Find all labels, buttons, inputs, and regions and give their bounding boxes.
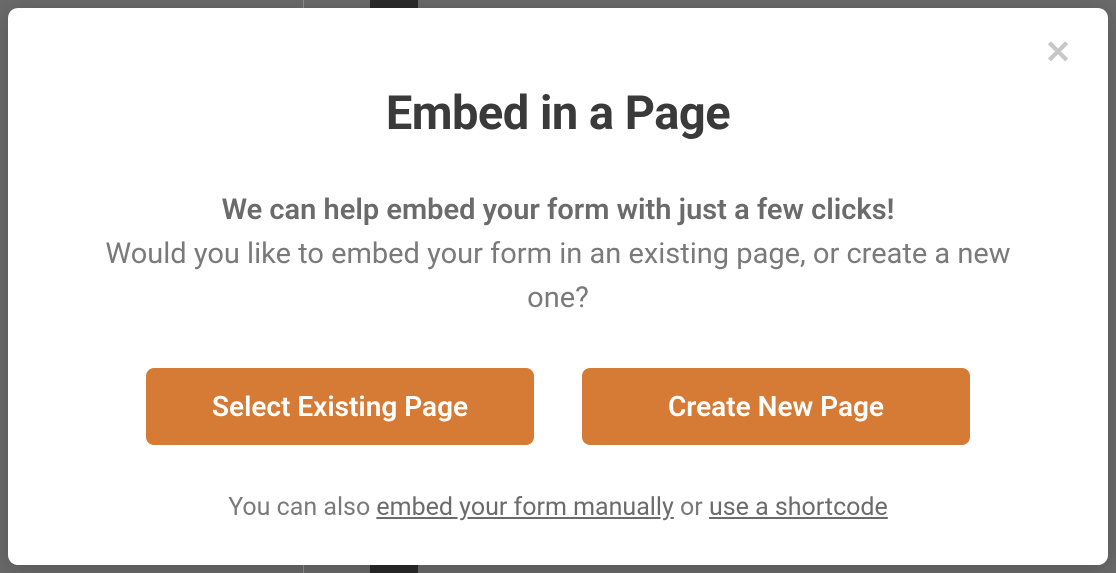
use-shortcode-link[interactable]: use a shortcode [709,493,888,522]
modal-question: Would you like to embed your form in an … [88,233,1028,320]
backdrop-accent-bottom [370,565,418,573]
footer-middle: or [674,493,709,522]
select-existing-page-button[interactable]: Select Existing Page [146,368,534,445]
modal-title: Embed in a Page [88,86,1028,141]
footer-prefix: You can also [228,493,376,522]
embed-manually-link[interactable]: embed your form manually [376,493,673,522]
close-icon: ✕ [1045,36,1072,68]
create-new-page-button[interactable]: Create New Page [582,368,970,445]
backdrop-accent [370,0,418,8]
modal-subtitle: We can help embed your form with just a … [88,189,1028,231]
embed-modal: ✕ Embed in a Page We can help embed your… [8,8,1108,565]
footer-text: You can also embed your form manually or… [88,493,1028,522]
close-button[interactable]: ✕ [1042,36,1074,68]
button-row: Select Existing Page Create New Page [88,368,1028,445]
